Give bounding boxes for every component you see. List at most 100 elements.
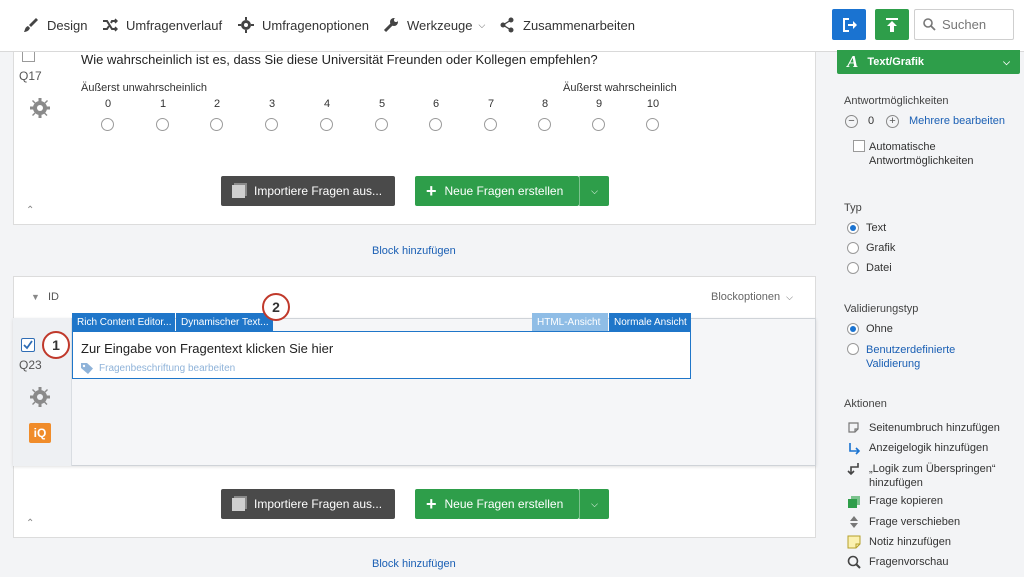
add-skip-logic-action[interactable]: „Logik zum Überspringen“ hinzufügen <box>869 462 1019 490</box>
scale-radio-1[interactable] <box>156 118 169 131</box>
callout-marker-1: 1 <box>42 331 70 359</box>
import-questions-button[interactable]: Importiere Fragen aus... <box>221 176 395 206</box>
block-options-label: Blockoptionen <box>711 291 781 303</box>
new-question-button[interactable]: + Neue Fragen erstellen <box>415 489 579 519</box>
type-radio-text[interactable] <box>847 222 859 234</box>
block-name[interactable]: ID <box>48 291 59 303</box>
copy-icon <box>232 184 245 198</box>
nav-collaborate[interactable]: Zusammenarbeiten <box>498 16 635 34</box>
share-icon <box>498 17 516 33</box>
new-question-label: Neue Fragen erstellen <box>444 184 564 198</box>
scale-number: 0 <box>104 98 112 110</box>
new-question-dropdown[interactable]: ⌵ <box>579 489 609 519</box>
scale-radio-9[interactable] <box>592 118 605 131</box>
scale-radio-3[interactable] <box>265 118 278 131</box>
new-question-button[interactable]: + Neue Fragen erstellen <box>415 176 579 206</box>
search-box[interactable] <box>914 9 1014 40</box>
validation-heading: Validierungstyp <box>844 303 919 315</box>
question-text-placeholder[interactable]: Zur Eingabe von Fragentext klicken Sie h… <box>81 341 333 356</box>
scale-radio-6[interactable] <box>429 118 442 131</box>
plus-icon: + <box>426 494 437 514</box>
scale-number: 9 <box>595 98 603 110</box>
custom-validation-link[interactable]: Benutzerdefinierte Validierung <box>866 343 976 371</box>
validation-radio-custom[interactable] <box>847 343 859 355</box>
dynamic-text-tab[interactable]: Dynamischer Text... <box>176 313 273 331</box>
iq-badge[interactable]: iQ <box>29 423 51 443</box>
chevron-down-icon: ⌵ <box>591 498 598 509</box>
add-block-link[interactable]: Block hinzufügen <box>372 558 456 570</box>
add-page-break-action[interactable]: Seitenumbruch hinzufügen <box>869 422 1000 434</box>
tag-icon <box>81 363 93 374</box>
scale-low-label: Äußerst unwahrscheinlich <box>81 82 207 94</box>
skip-logic-icon <box>847 463 859 476</box>
add-block-link[interactable]: Block hinzufügen <box>372 245 456 257</box>
scale-radio-2[interactable] <box>210 118 223 131</box>
decrease-choices-button[interactable]: − <box>845 115 858 128</box>
type-heading: Typ <box>844 202 862 214</box>
import-questions-button[interactable]: Importiere Fragen aus... <box>221 489 395 519</box>
question-type-label: Text/Grafik <box>867 56 924 68</box>
rich-content-editor-tab[interactable]: Rich Content Editor... <box>72 313 175 331</box>
publish-button[interactable] <box>875 9 909 40</box>
copy-question-action[interactable]: Frage kopieren <box>869 495 943 507</box>
normal-view-tab[interactable]: Normale Ansicht <box>609 313 691 331</box>
add-note-action[interactable]: Notiz hinzufügen <box>869 536 951 548</box>
search-input[interactable] <box>942 17 1008 32</box>
edit-multiple-link[interactable]: Mehrere bearbeiten <box>909 115 1005 127</box>
scale-number: 6 <box>432 98 440 110</box>
type-radio-graphic[interactable] <box>847 242 859 254</box>
question-type-dropdown[interactable]: A Text/Grafik ⌵ <box>837 50 1020 74</box>
auto-choices-checkbox[interactable] <box>853 140 865 152</box>
scale-number: 8 <box>541 98 549 110</box>
publish-icon <box>886 17 898 32</box>
scale-radio-4[interactable] <box>320 118 333 131</box>
question-settings-gear-icon[interactable] <box>29 386 51 408</box>
question-select-checkbox[interactable] <box>22 52 35 62</box>
check-icon <box>23 340 33 350</box>
question-number: Q23 <box>19 358 42 372</box>
scale-radio-10[interactable] <box>646 118 659 131</box>
callout-marker-2: 2 <box>262 293 290 321</box>
scale-number: 4 <box>323 98 331 110</box>
search-icon <box>923 18 936 31</box>
question-text[interactable]: Wie wahrscheinlich ist es, dass Sie dies… <box>81 52 598 67</box>
add-display-logic-action[interactable]: Anzeigelogik hinzufügen <box>869 442 988 454</box>
caret-down-icon[interactable]: ▼ <box>31 292 40 302</box>
nav-design[interactable]: Design <box>22 16 87 34</box>
question-text-editor[interactable]: Zur Eingabe von Fragentext klicken Sie h… <box>72 331 691 379</box>
edit-question-label-link[interactable]: Fragenbeschriftung bearbeiten <box>81 363 235 374</box>
html-view-tab[interactable]: HTML-Ansicht <box>532 313 608 331</box>
gear-icon <box>237 17 255 33</box>
scale-radio-0[interactable] <box>101 118 114 131</box>
move-question-icon <box>850 516 858 528</box>
scale-number: 10 <box>646 98 660 110</box>
import-questions-label: Importiere Fragen aus... <box>254 184 383 198</box>
scale-radio-7[interactable] <box>484 118 497 131</box>
nav-survey-options[interactable]: Umfragenoptionen <box>237 16 369 34</box>
question-preview-action[interactable]: Fragenvorschau <box>869 556 949 568</box>
collapse-block-icon[interactable]: ⌃ <box>26 205 34 216</box>
new-question-label: Neue Fragen erstellen <box>444 497 564 511</box>
increase-choices-button[interactable]: + <box>886 115 899 128</box>
question-select-checkbox[interactable] <box>21 338 35 352</box>
block-options-menu[interactable]: Blockoptionen ⌵ <box>711 291 793 303</box>
chevron-down-icon: ⌵ <box>591 185 598 196</box>
copy-icon <box>232 497 245 511</box>
validation-radio-none[interactable] <box>847 323 859 335</box>
nav-survey-flow[interactable]: Umfragenverlauf <box>101 16 222 34</box>
collapse-block-icon[interactable]: ⌃ <box>26 518 34 529</box>
new-question-dropdown[interactable]: ⌵ <box>579 176 609 206</box>
nav-tools-label: Werkzeuge <box>407 17 473 33</box>
type-text-label: Text <box>866 222 887 234</box>
preview-button[interactable] <box>832 9 866 40</box>
scale-radio-5[interactable] <box>375 118 388 131</box>
scale-radio-8[interactable] <box>538 118 551 131</box>
move-question-action[interactable]: Frage verschieben <box>869 516 960 528</box>
text-graphic-icon: A <box>847 52 859 71</box>
edit-question-label-text: Fragenbeschriftung bearbeiten <box>99 363 236 374</box>
type-radio-file[interactable] <box>847 262 859 274</box>
nav-tools[interactable]: Werkzeuge ⌵ <box>382 16 485 34</box>
scale-number: 3 <box>268 98 276 110</box>
scale-number: 5 <box>378 98 386 110</box>
question-settings-gear-icon[interactable] <box>29 97 51 119</box>
